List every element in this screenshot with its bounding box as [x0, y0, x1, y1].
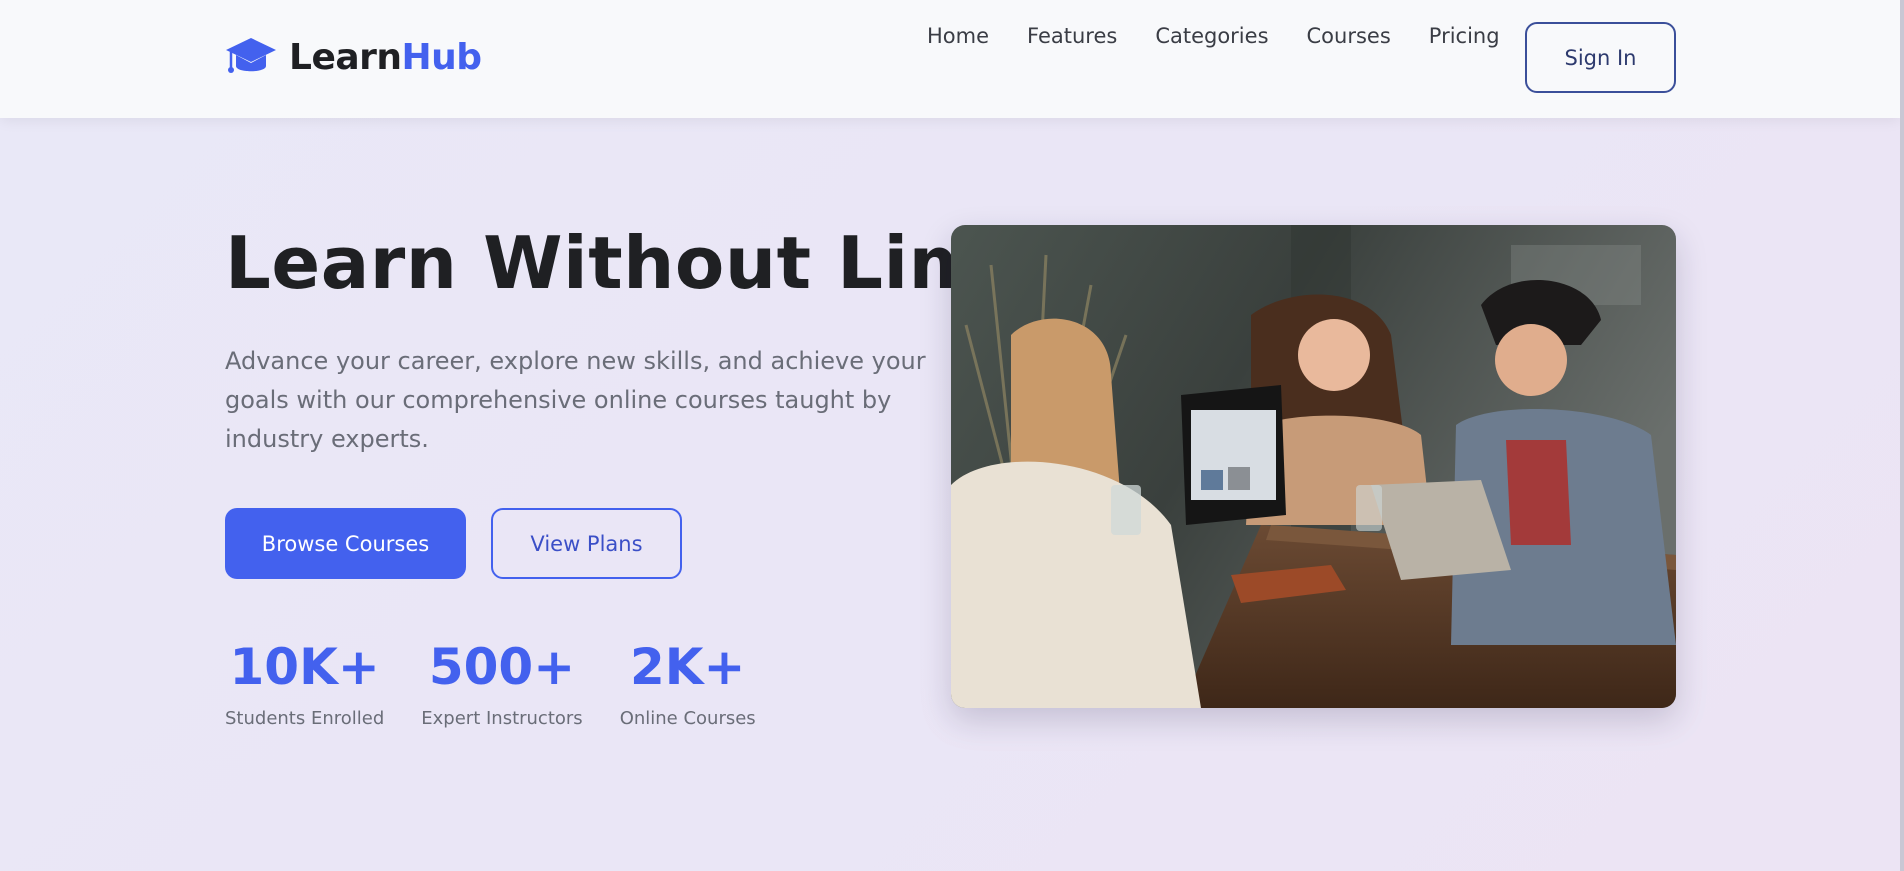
stat-label: Expert Instructors [421, 708, 583, 729]
nav-link-courses[interactable]: Courses [1307, 24, 1391, 48]
scrollbar[interactable] [1900, 0, 1904, 871]
stat-courses: 2K+ Online Courses [620, 636, 756, 729]
stat-students: 10K+ Students Enrolled [225, 636, 384, 729]
nav-links: Home Features Categories Courses Pricing [927, 24, 1500, 48]
hero-subtitle: Advance your career, explore new skills,… [225, 347, 926, 453]
view-plans-button[interactable]: View Plans [491, 508, 682, 579]
stat-value: 2K+ [629, 638, 746, 696]
sign-in-button[interactable]: Sign In [1525, 22, 1676, 93]
top-navbar: LearnHub Home Features Categories Course… [0, 0, 1900, 118]
brand-name-part1: Learn [289, 36, 402, 78]
brand-logo[interactable]: LearnHub [225, 34, 482, 80]
stat-value: 10K+ [229, 638, 380, 696]
brand-name: LearnHub [289, 37, 482, 78]
graduation-cap-icon [226, 38, 276, 73]
browse-courses-button[interactable]: Browse Courses [225, 508, 466, 579]
nav-link-home[interactable]: Home [927, 24, 989, 48]
stat-instructors: 500+ Expert Instructors [421, 636, 582, 729]
hero-image [951, 225, 1676, 708]
nav-link-features[interactable]: Features [1027, 24, 1117, 48]
brand-name-part2: Hub [401, 36, 483, 78]
hero-photo-illustration [951, 225, 1676, 708]
nav-link-categories[interactable]: Categories [1155, 24, 1268, 48]
nav-link-pricing[interactable]: Pricing [1429, 24, 1500, 48]
stats-row: 10K+ Students Enrolled 500+ Expert Instr… [225, 636, 756, 729]
stat-label: Online Courses [619, 708, 756, 729]
stat-label: Students Enrolled [225, 708, 385, 729]
stat-value: 500+ [428, 638, 576, 696]
